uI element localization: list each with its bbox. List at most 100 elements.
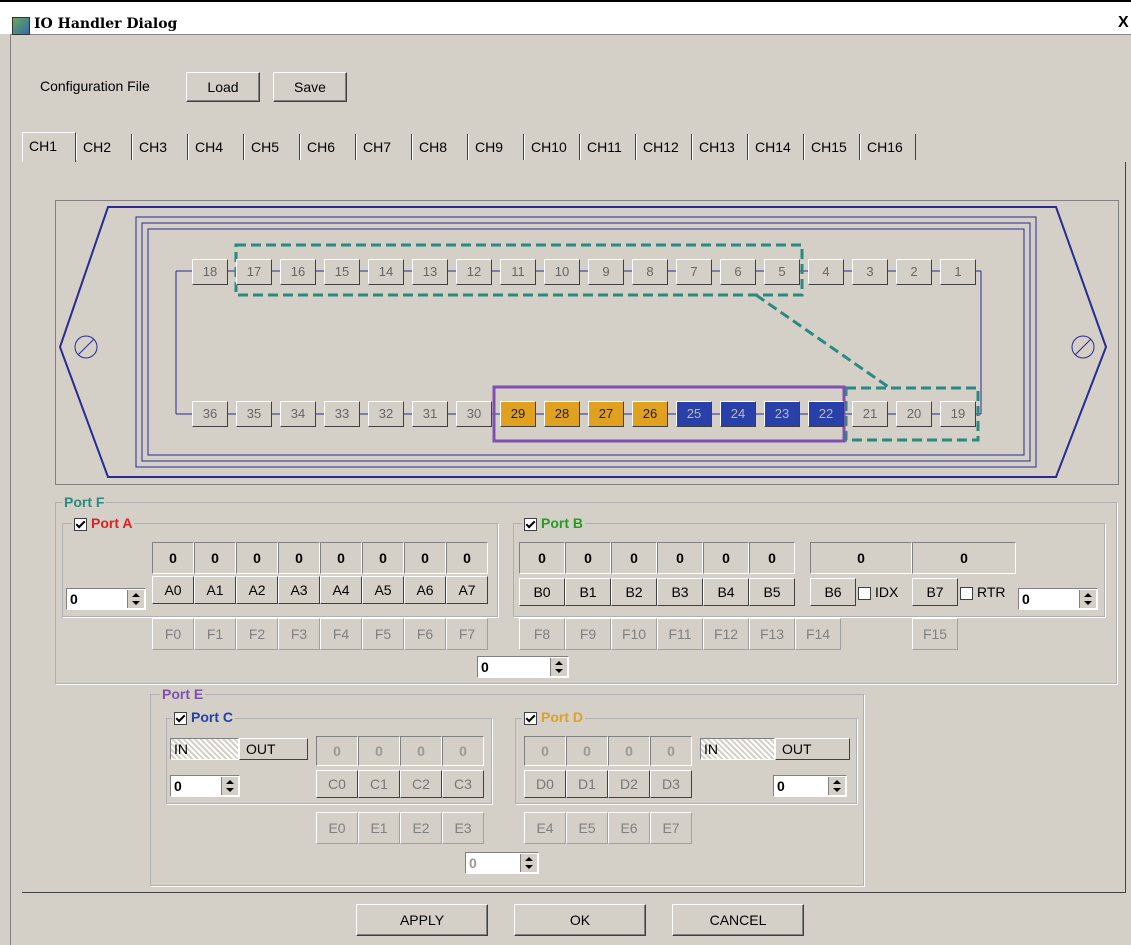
spin-arrows-icon[interactable] <box>1079 590 1096 608</box>
tab-ch10[interactable]: CH10 <box>524 134 580 160</box>
pin-22[interactable]: 22 <box>808 401 844 427</box>
pin-10[interactable]: 10 <box>544 259 580 285</box>
port-a-bit-button[interactable]: A1 <box>194 576 236 604</box>
pin-11[interactable]: 11 <box>500 259 536 285</box>
port-d-in-option[interactable]: IN <box>700 738 775 760</box>
pin-1[interactable]: 1 <box>940 259 976 285</box>
tab-ch12[interactable]: CH12 <box>636 134 692 160</box>
pin-12[interactable]: 12 <box>456 259 492 285</box>
port-b-bit-button[interactable]: B4 <box>703 578 749 606</box>
port-a-spinner[interactable]: 0 <box>66 588 146 610</box>
port-c-bit-button[interactable]: C0 <box>316 770 358 798</box>
tab-ch14[interactable]: CH14 <box>748 134 804 160</box>
tab-ch11[interactable]: CH11 <box>580 134 636 160</box>
port-c-in-option[interactable]: IN <box>170 738 239 760</box>
pin-28[interactable]: 28 <box>544 401 580 427</box>
port-c-bit-button[interactable]: C2 <box>400 770 442 798</box>
pin-24[interactable]: 24 <box>720 401 756 427</box>
port-a-bit-button[interactable]: A6 <box>404 576 446 604</box>
port-d-out-option[interactable]: OUT <box>775 738 850 760</box>
spin-arrows-icon[interactable] <box>221 777 238 795</box>
spin-arrows-icon[interactable] <box>520 854 537 872</box>
pin-20[interactable]: 20 <box>896 401 932 427</box>
port-c-bit-button[interactable]: C3 <box>442 770 484 798</box>
port-b-bit-button[interactable]: B1 <box>565 578 611 606</box>
pin-13[interactable]: 13 <box>412 259 448 285</box>
tab-ch5[interactable]: CH5 <box>244 134 300 160</box>
rtr-checkbox[interactable] <box>960 586 973 600</box>
spin-arrows-icon[interactable] <box>550 658 567 676</box>
tab-ch1[interactable]: CH1 <box>22 132 76 162</box>
port-a-checkbox[interactable] <box>74 517 87 531</box>
port-a-bit-button[interactable]: A3 <box>278 576 320 604</box>
tab-ch8[interactable]: CH8 <box>412 134 468 160</box>
port-c-out-option[interactable]: OUT <box>239 738 308 760</box>
pin-5[interactable]: 5 <box>764 259 800 285</box>
port-b-bit-button[interactable]: B2 <box>611 578 657 606</box>
tab-ch16[interactable]: CH16 <box>860 134 916 160</box>
load-button[interactable]: Load <box>186 72 260 102</box>
tab-ch2[interactable]: CH2 <box>76 134 132 160</box>
port-b-bit-button[interactable]: B6 <box>810 578 856 606</box>
pin-25[interactable]: 25 <box>676 401 712 427</box>
pin-18[interactable]: 18 <box>192 259 228 285</box>
tab-ch3[interactable]: CH3 <box>132 134 188 160</box>
pin-6[interactable]: 6 <box>720 259 756 285</box>
pin-21[interactable]: 21 <box>852 401 888 427</box>
port-a-bit-button[interactable]: A7 <box>446 576 488 604</box>
port-d-bit-button[interactable]: D3 <box>650 770 692 798</box>
pin-7[interactable]: 7 <box>676 259 712 285</box>
pin-27[interactable]: 27 <box>588 401 624 427</box>
tab-ch6[interactable]: CH6 <box>300 134 356 160</box>
pin-33[interactable]: 33 <box>324 401 360 427</box>
spin-arrows-icon[interactable] <box>828 777 845 795</box>
pin-2[interactable]: 2 <box>896 259 932 285</box>
port-d-bit-button[interactable]: D0 <box>524 770 566 798</box>
pin-4[interactable]: 4 <box>808 259 844 285</box>
pin-14[interactable]: 14 <box>368 259 404 285</box>
tab-ch13[interactable]: CH13 <box>692 134 748 160</box>
pin-29[interactable]: 29 <box>500 401 536 427</box>
port-a-bit-button[interactable]: A2 <box>236 576 278 604</box>
port-d-checkbox[interactable] <box>524 711 537 725</box>
port-c-bit-button[interactable]: C1 <box>358 770 400 798</box>
port-a-bit-button[interactable]: A4 <box>320 576 362 604</box>
pin-31[interactable]: 31 <box>412 401 448 427</box>
port-a-bit-button[interactable]: A5 <box>362 576 404 604</box>
pin-34[interactable]: 34 <box>280 401 316 427</box>
port-b-checkbox[interactable] <box>524 517 537 531</box>
port-a-bit-button[interactable]: A0 <box>152 576 194 604</box>
port-c-direction-toggle[interactable]: IN OUT <box>170 738 308 760</box>
port-e-spinner[interactable]: 0 <box>465 852 539 874</box>
pin-26[interactable]: 26 <box>632 401 668 427</box>
apply-button[interactable]: APPLY <box>356 904 488 936</box>
pin-35[interactable]: 35 <box>236 401 272 427</box>
pin-30[interactable]: 30 <box>456 401 492 427</box>
port-b-bit-button[interactable]: B3 <box>657 578 703 606</box>
spin-arrows-icon[interactable] <box>127 590 144 608</box>
port-d-bit-button[interactable]: D2 <box>608 770 650 798</box>
idx-checkbox[interactable] <box>858 586 871 600</box>
port-d-bit-button[interactable]: D1 <box>566 770 608 798</box>
port-c-spinner[interactable]: 0 <box>170 775 240 797</box>
tab-ch9[interactable]: CH9 <box>468 134 524 160</box>
tab-ch4[interactable]: CH4 <box>188 134 244 160</box>
pin-23[interactable]: 23 <box>764 401 800 427</box>
port-b-spinner[interactable]: 0 <box>1018 588 1098 610</box>
save-button[interactable]: Save <box>273 72 347 102</box>
pin-16[interactable]: 16 <box>280 259 316 285</box>
port-b-bit-button[interactable]: B0 <box>519 578 565 606</box>
port-f-spinner[interactable]: 0 <box>477 656 569 678</box>
pin-8[interactable]: 8 <box>632 259 668 285</box>
ok-button[interactable]: OK <box>514 904 646 936</box>
port-b-bit-button[interactable]: B7 <box>912 578 958 606</box>
pin-9[interactable]: 9 <box>588 259 624 285</box>
pin-32[interactable]: 32 <box>368 401 404 427</box>
pin-19[interactable]: 19 <box>940 401 976 427</box>
pin-17[interactable]: 17 <box>236 259 272 285</box>
tab-ch7[interactable]: CH7 <box>356 134 412 160</box>
port-c-checkbox[interactable] <box>174 711 187 725</box>
close-icon[interactable]: X <box>1118 14 1129 32</box>
tab-ch15[interactable]: CH15 <box>804 134 860 160</box>
port-d-direction-toggle[interactable]: IN OUT <box>700 738 850 760</box>
